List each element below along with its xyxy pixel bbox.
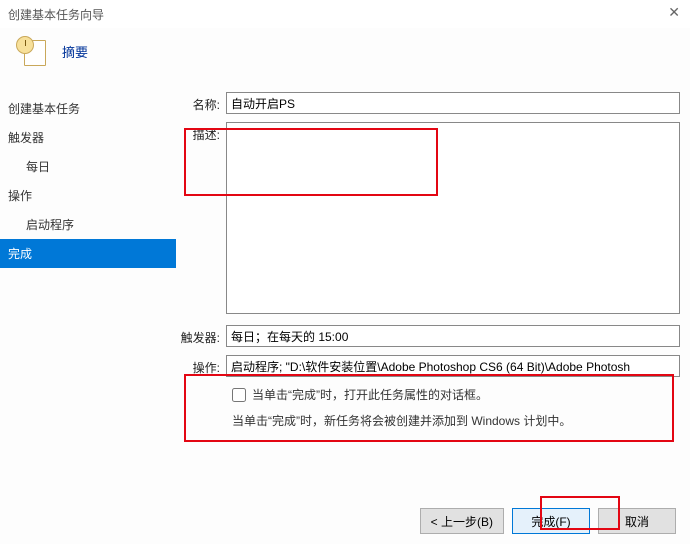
finish-button[interactable]: 完成(F) — [512, 508, 590, 534]
trigger-value — [226, 325, 680, 347]
wizard-sidebar: 创建基本任务 触发器 每日 操作 启动程序 完成 — [0, 84, 176, 484]
name-input[interactable] — [226, 92, 680, 114]
close-icon[interactable]: ✕ — [668, 4, 680, 21]
desc-textarea[interactable] — [226, 122, 680, 314]
wizard-icon — [14, 34, 48, 68]
sidebar-item-daily[interactable]: 每日 — [0, 152, 176, 181]
notes: 当单击“完成”时，打开此任务属性的对话框。 当单击“完成”时，新任务将会被创建并… — [232, 385, 680, 432]
titlebar: 创建基本任务向导 ✕ — [0, 0, 690, 28]
trigger-label: 触发器: — [176, 325, 226, 346]
action-label: 操作: — [176, 355, 226, 376]
info-text: 当单击“完成”时，新任务将会被创建并添加到 Windows 计划中。 — [232, 411, 680, 431]
name-label: 名称: — [176, 92, 226, 113]
wizard-header: 摘要 — [0, 28, 690, 84]
back-button[interactable]: < 上一步(B) — [420, 508, 504, 534]
sidebar-item-start-program[interactable]: 启动程序 — [0, 210, 176, 239]
sidebar-item-finish[interactable]: 完成 — [0, 239, 176, 268]
open-properties-checkbox[interactable] — [232, 388, 246, 402]
window-title: 创建基本任务向导 — [8, 6, 104, 23]
main-panel: 名称: 描述: 触发器: 操作: 当单击“完成”时 — [176, 84, 690, 484]
sidebar-item-action[interactable]: 操作 — [0, 181, 176, 210]
open-properties-label: 当单击“完成”时，打开此任务属性的对话框。 — [252, 385, 488, 405]
sidebar-item-trigger[interactable]: 触发器 — [0, 123, 176, 152]
cancel-button[interactable]: 取消 — [598, 508, 676, 534]
action-value — [226, 355, 680, 377]
footer-buttons: < 上一步(B) 完成(F) 取消 — [420, 508, 676, 534]
page-title: 摘要 — [62, 42, 88, 61]
sidebar-item-create[interactable]: 创建基本任务 — [0, 94, 176, 123]
desc-label: 描述: — [176, 122, 226, 143]
